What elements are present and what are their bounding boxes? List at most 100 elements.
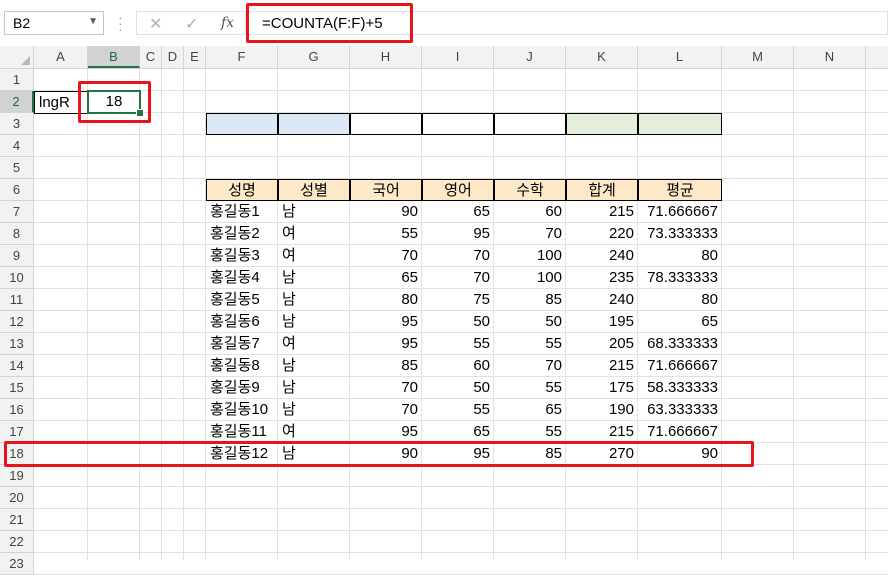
column-header-h[interactable]: H (350, 46, 422, 68)
table-cell[interactable]: 55 (494, 421, 566, 443)
table-cell[interactable]: 60 (494, 201, 566, 223)
table-cell[interactable]: 215 (566, 201, 638, 223)
table-cell[interactable]: 100 (494, 245, 566, 267)
row-header-7[interactable]: 7 (0, 201, 33, 223)
table-cell[interactable]: 70 (494, 223, 566, 245)
table-cell[interactable]: 홍길동5 (206, 289, 278, 311)
table-cell[interactable]: 70 (422, 267, 494, 289)
table-header-cell[interactable]: 국어 (350, 179, 422, 201)
table-cell[interactable]: 홍길동2 (206, 223, 278, 245)
column-header-j[interactable]: J (494, 46, 566, 68)
table-header-cell[interactable]: 성별 (278, 179, 350, 201)
row-header-8[interactable]: 8 (0, 223, 33, 245)
column-header-i[interactable]: I (422, 46, 494, 68)
table-cell[interactable]: 175 (566, 377, 638, 399)
column-header-g[interactable]: G (278, 46, 350, 68)
cell-i3[interactable] (422, 113, 494, 135)
enter-check-icon[interactable]: ✓ (185, 14, 198, 34)
table-cell[interactable]: 75 (422, 289, 494, 311)
table-cell[interactable]: 55 (494, 377, 566, 399)
cell-h3[interactable] (350, 113, 422, 135)
table-cell[interactable]: 홍길동1 (206, 201, 278, 223)
table-cell[interactable]: 63.333333 (638, 399, 722, 421)
table-cell[interactable]: 100 (494, 267, 566, 289)
column-header-e[interactable]: E (184, 46, 206, 68)
table-cell[interactable]: 95 (422, 443, 494, 465)
table-cell[interactable]: 85 (350, 355, 422, 377)
table-cell[interactable]: 85 (494, 443, 566, 465)
cell-g3[interactable] (278, 113, 350, 135)
table-cell[interactable]: 여 (278, 245, 350, 267)
table-cell[interactable]: 55 (494, 333, 566, 355)
row-header-1[interactable]: 1 (0, 69, 33, 91)
table-cell[interactable]: 70 (350, 399, 422, 421)
row-header-13[interactable]: 13 (0, 333, 33, 355)
table-cell[interactable]: 55 (422, 399, 494, 421)
select-all-corner[interactable] (0, 46, 34, 68)
column-header-m[interactable]: M (722, 46, 794, 68)
table-cell[interactable]: 55 (422, 333, 494, 355)
table-cell[interactable]: 55 (350, 223, 422, 245)
cell-f3[interactable] (206, 113, 278, 135)
column-header-d[interactable]: D (162, 46, 184, 68)
table-cell[interactable]: 80 (638, 245, 722, 267)
column-header-l[interactable]: L (638, 46, 722, 68)
table-cell[interactable]: 215 (566, 355, 638, 377)
row-header-10[interactable]: 10 (0, 267, 33, 289)
name-box[interactable]: B2 ▼ (4, 11, 104, 35)
column-header-b[interactable]: B (88, 46, 140, 68)
drag-handle-icon[interactable]: · · · (118, 10, 123, 36)
row-header-21[interactable]: 21 (0, 509, 33, 531)
row-header-17[interactable]: 17 (0, 421, 33, 443)
table-cell[interactable]: 남 (278, 443, 350, 465)
row-header-2[interactable]: 2 (0, 91, 34, 113)
table-cell[interactable]: 58.333333 (638, 377, 722, 399)
row-header-6[interactable]: 6 (0, 179, 33, 201)
table-cell[interactable]: 240 (566, 289, 638, 311)
insert-function-icon[interactable]: fx (221, 15, 234, 31)
table-cell[interactable]: 여 (278, 421, 350, 443)
table-cell[interactable]: 71.666667 (638, 201, 722, 223)
table-cell[interactable]: 73.333333 (638, 223, 722, 245)
table-cell[interactable]: 65 (422, 421, 494, 443)
table-cell[interactable]: 85 (494, 289, 566, 311)
table-cell[interactable]: 홍길동10 (206, 399, 278, 421)
table-header-cell[interactable]: 합계 (566, 179, 638, 201)
row-header-3[interactable]: 3 (0, 113, 33, 135)
row-header-18[interactable]: 18 (0, 443, 33, 465)
table-cell[interactable]: 65 (350, 267, 422, 289)
column-header-k[interactable]: K (566, 46, 638, 68)
table-cell[interactable]: 70 (494, 355, 566, 377)
row-header-11[interactable]: 11 (0, 289, 33, 311)
row-header-9[interactable]: 9 (0, 245, 33, 267)
table-cell[interactable]: 80 (638, 289, 722, 311)
table-cell[interactable]: 홍길동6 (206, 311, 278, 333)
table-cell[interactable]: 65 (638, 311, 722, 333)
table-cell[interactable]: 220 (566, 223, 638, 245)
table-cell[interactable]: 남 (278, 377, 350, 399)
table-cell[interactable]: 남 (278, 267, 350, 289)
table-cell[interactable]: 남 (278, 201, 350, 223)
table-header-cell[interactable]: 수학 (494, 179, 566, 201)
table-cell[interactable]: 90 (350, 443, 422, 465)
table-cell[interactable]: 80 (350, 289, 422, 311)
table-cell[interactable]: 70 (350, 377, 422, 399)
table-cell[interactable]: 95 (350, 311, 422, 333)
fill-handle[interactable] (136, 109, 144, 117)
table-cell[interactable]: 235 (566, 267, 638, 289)
table-cell[interactable]: 홍길동11 (206, 421, 278, 443)
column-header-c[interactable]: C (140, 46, 162, 68)
row-header-19[interactable]: 19 (0, 465, 33, 487)
chevron-down-icon[interactable]: ▼ (88, 16, 98, 27)
table-cell[interactable]: 215 (566, 421, 638, 443)
table-cell[interactable]: 홍길동12 (206, 443, 278, 465)
column-header-n[interactable]: N (794, 46, 866, 68)
table-cell[interactable]: 95 (422, 223, 494, 245)
table-cell[interactable]: 홍길동8 (206, 355, 278, 377)
column-header-f[interactable]: F (206, 46, 278, 68)
table-cell[interactable]: 70 (422, 245, 494, 267)
row-header-5[interactable]: 5 (0, 157, 33, 179)
cell-j3[interactable] (494, 113, 566, 135)
table-cell[interactable]: 남 (278, 289, 350, 311)
cancel-icon[interactable]: ✕ (149, 14, 162, 34)
